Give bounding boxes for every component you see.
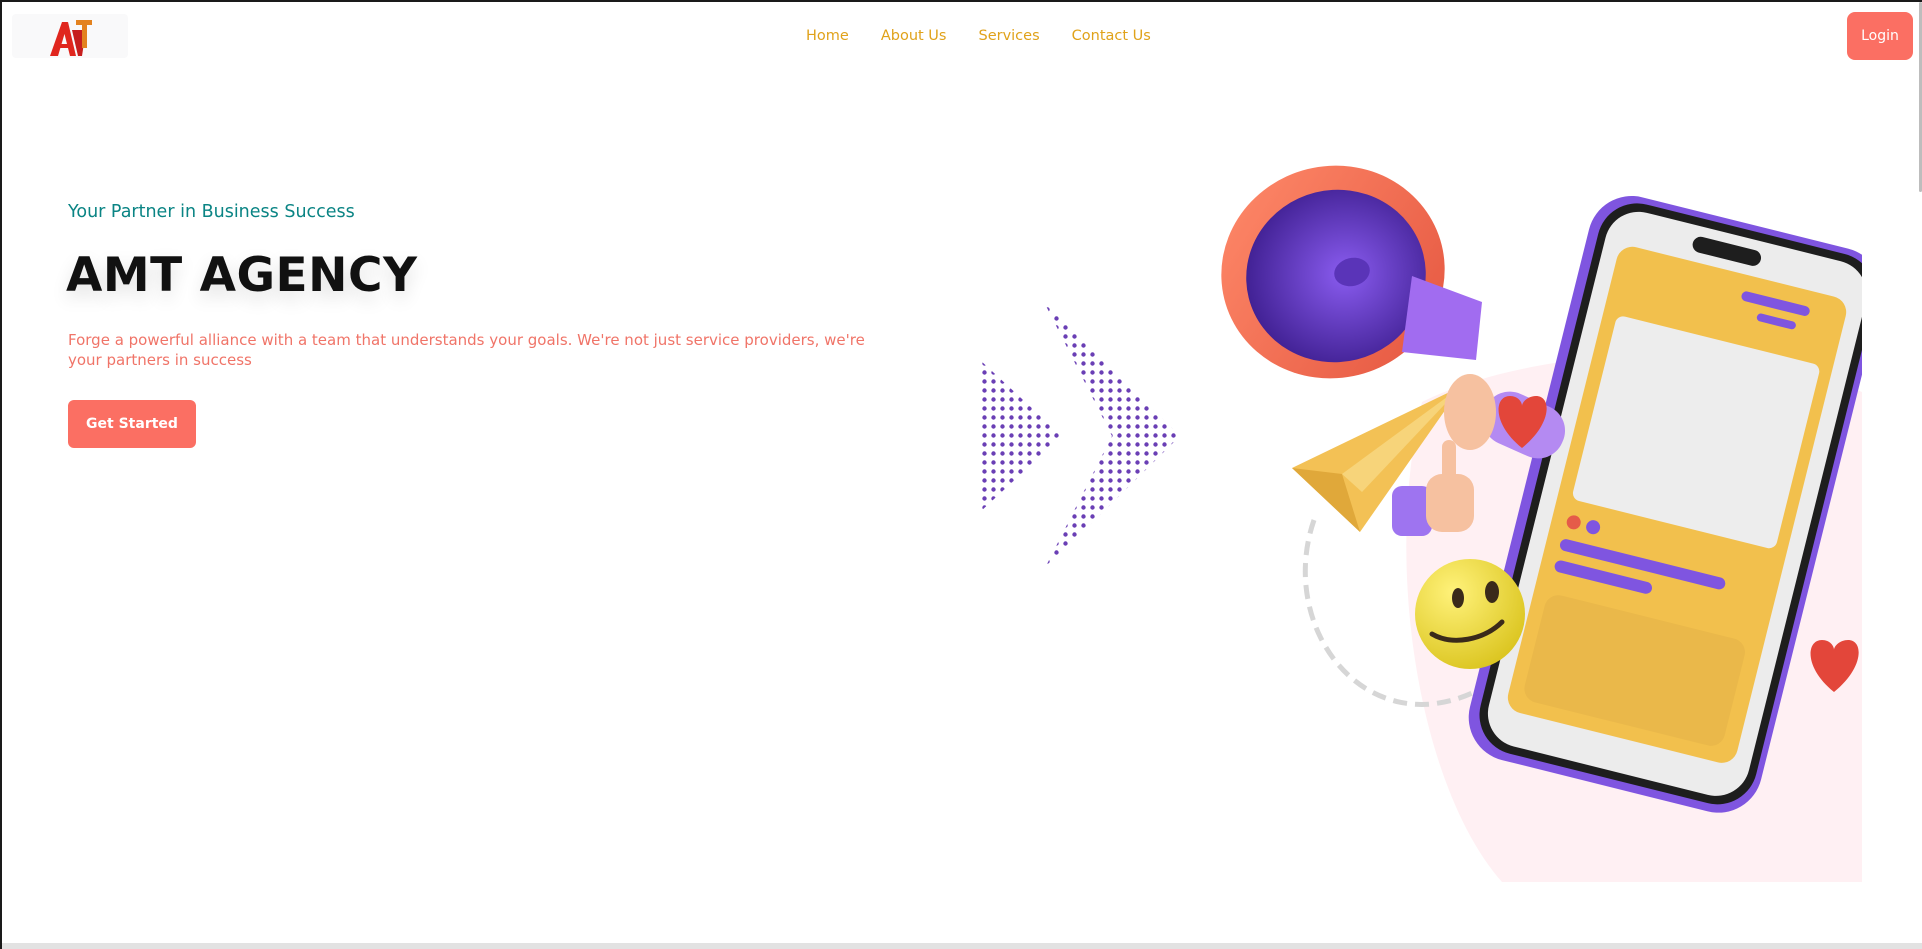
login-button[interactable]: Login bbox=[1847, 12, 1913, 60]
hero-title: AMT AGENCY bbox=[66, 248, 418, 303]
nav-link-services[interactable]: Services bbox=[978, 28, 1039, 44]
hero-tagline: Your Partner in Business Success bbox=[68, 202, 355, 222]
nav-link-contact-us[interactable]: Contact Us bbox=[1072, 28, 1151, 44]
winking-emoji-icon bbox=[1415, 559, 1525, 669]
main-nav: Home About Us Services Contact Us bbox=[806, 28, 1151, 44]
dotted-arrows-graphic bbox=[980, 302, 1180, 570]
logo[interactable] bbox=[12, 14, 128, 58]
nav-link-about-us[interactable]: About Us bbox=[881, 28, 947, 44]
hero-description: Forge a powerful alliance with a team th… bbox=[68, 331, 865, 369]
page: Home About Us Services Contact Us Login … bbox=[0, 0, 1922, 949]
nav-link-home[interactable]: Home bbox=[806, 28, 849, 44]
get-started-button[interactable]: Get Started bbox=[68, 400, 196, 448]
logo-icon bbox=[50, 20, 92, 56]
hero-illustration bbox=[980, 165, 1862, 882]
horizontal-scrollbar[interactable] bbox=[2, 943, 1922, 949]
